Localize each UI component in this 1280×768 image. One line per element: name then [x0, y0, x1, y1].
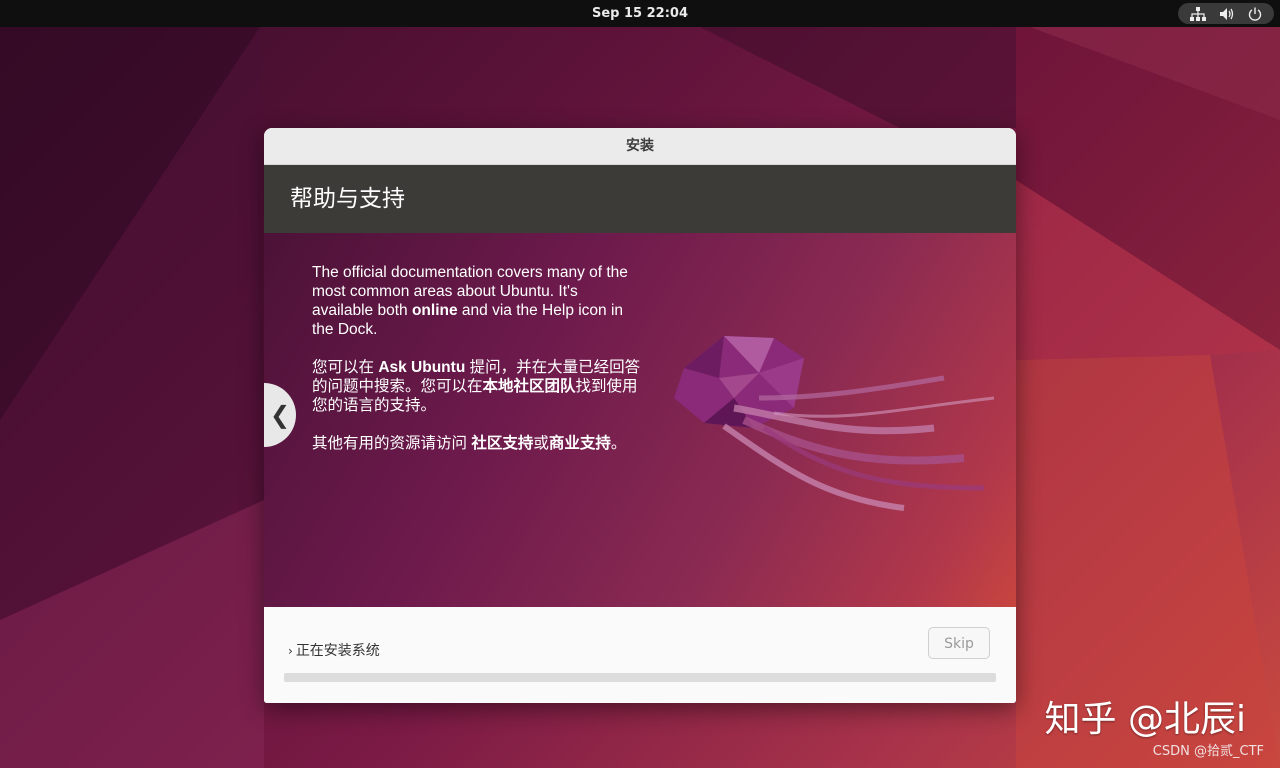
slideshow: The official documentation covers many o…: [264, 233, 1016, 607]
install-details-toggle[interactable]: › 正在安装系统: [288, 640, 380, 660]
watermark-zhihu: 知乎 @北辰i: [1044, 699, 1246, 740]
install-status-text: 正在安装系统: [295, 643, 380, 659]
commercial-support-link[interactable]: 商业支持: [549, 435, 611, 452]
section-title: 帮助与支持: [264, 165, 1016, 233]
top-bar: Sep 15 22:04: [0, 0, 1280, 27]
volume-icon: [1219, 7, 1235, 21]
slide-paragraph-resources: 其他有用的资源请访问 社区支持或商业支持。: [312, 435, 627, 452]
local-community-link[interactable]: 本地社区团队: [483, 378, 576, 395]
skip-button[interactable]: Skip: [928, 627, 990, 659]
slide-paragraph-ask-ubuntu: 您可以在 Ask Ubuntu 提问，并在大量已经回答的问题中搜索。您可以在本地…: [312, 359, 641, 414]
system-status-menu[interactable]: [1178, 3, 1274, 24]
community-support-link[interactable]: 社区支持: [471, 435, 533, 452]
slide-paragraph-docs: The official documentation covers many o…: [312, 264, 628, 338]
jellyfish-illustration: [674, 336, 995, 511]
online-link[interactable]: online: [412, 302, 458, 319]
clock[interactable]: Sep 15 22:04: [0, 0, 1280, 27]
chevron-right-icon: ›: [288, 644, 293, 658]
network-icon: [1190, 6, 1207, 21]
install-progress-bar: [284, 673, 996, 682]
installer-window: 安装 帮助与支持 The official documentation cove…: [264, 128, 1016, 703]
installer-footer: › 正在安装系统 Skip: [264, 607, 1016, 703]
watermark-csdn: CSDN @拾贰_CTF: [1152, 744, 1264, 759]
power-icon: [1248, 7, 1262, 21]
slide-text: The official documentation covers many o…: [312, 263, 642, 472]
window-title: 安装: [264, 128, 1016, 165]
chevron-left-icon: ❮: [269, 401, 291, 429]
ask-ubuntu-link[interactable]: Ask Ubuntu: [378, 359, 465, 376]
